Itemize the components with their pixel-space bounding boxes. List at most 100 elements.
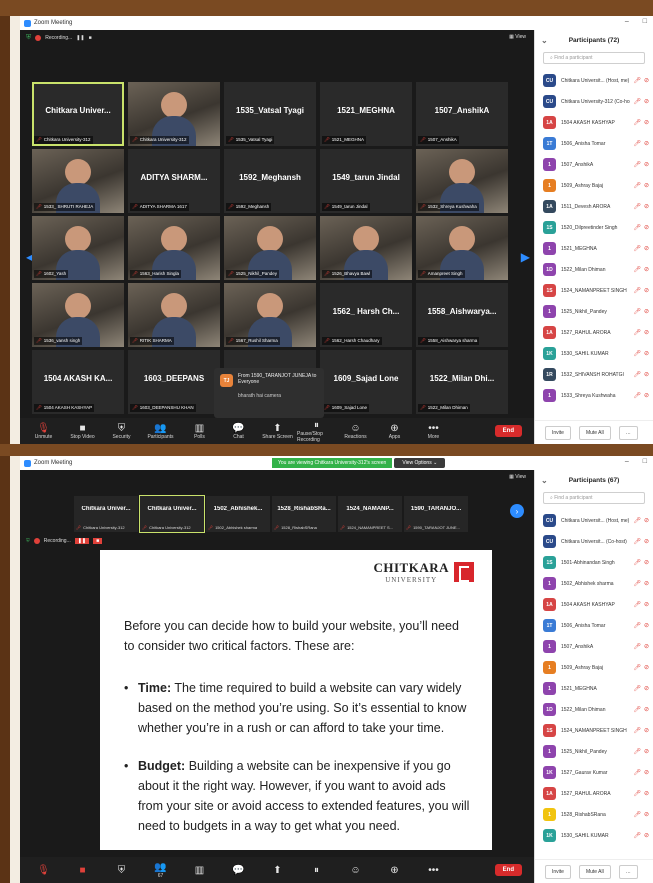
participant-row[interactable]: CU Chitkara Universit... (Host, me) 🎤︎ ⊘ [543,510,649,531]
video-off-icon[interactable]: ⊘ [644,98,649,105]
muted-mic-icon[interactable]: 🎤︎ [633,580,641,587]
toolbar-item[interactable]: ••• More [414,423,453,440]
participant-row[interactable]: 1T 1506_Anisha Tomar 🎤︎ ⊘ [543,615,649,636]
muted-mic-icon[interactable]: 🎤︎ [633,119,641,126]
participant-row[interactable]: 1A 1504 AKASH KASHYAP 🎤︎ ⊘ [543,594,649,615]
strip-tile[interactable]: 1528_RishabSRa... 🎤︎ 1528_RishabSRana [272,496,336,532]
participant-row[interactable]: 1K 1530_SAHIL KUMAR 🎤︎ ⊘ [543,343,649,364]
view-options-button[interactable]: View Options ⌄ [394,458,446,468]
video-off-icon[interactable]: ⊘ [644,727,649,734]
video-off-icon[interactable]: ⊘ [644,329,649,336]
video-off-icon[interactable]: ⊘ [644,266,649,273]
video-off-icon[interactable]: ⊘ [644,371,649,378]
participant-row[interactable]: 1D 1522_Milan Dhiman 🎤︎ ⊘ [543,259,649,280]
video-tile[interactable]: 🎤︎ 1536_vansh singh [32,283,124,347]
muted-mic-icon[interactable]: 🎤︎ [633,727,641,734]
toolbar-item[interactable]: ■ Stop Video [63,423,102,440]
video-tile[interactable]: 🎤︎ Chitkara University-312 [128,82,220,146]
toolbar-item[interactable]: ⏸ Pause/Stop Recording [297,420,336,443]
muted-mic-icon[interactable]: 🎤︎ [633,685,641,692]
toolbar-item[interactable]: ▥ Polls [180,423,219,440]
toolbar-item[interactable]: 💬 [219,865,258,876]
end-meeting-button[interactable]: End [494,864,522,876]
video-tile[interactable]: 1558_Aishwarya... 🎤︎ 1558_Aishwarya sharma [416,283,508,347]
video-off-icon[interactable]: ⊘ [644,832,649,839]
video-tile[interactable]: 1592_Meghansh 🎤︎ 1592_Meghansh [224,149,316,213]
toolbar-item[interactable]: ⛨ [102,865,141,876]
view-button[interactable]: ▦ View [509,34,526,40]
participant-row[interactable]: 1K 1530_SAHIL KUMAR 🎤︎ ⊘ [543,825,649,846]
muted-mic-icon[interactable]: 🎤︎ [633,203,641,210]
toolbar-item[interactable]: 🎙 [24,865,63,876]
participant-search-input[interactable]: ⌕ Find a participant [543,52,645,64]
participant-row[interactable]: 1 1525_Nikhil_Pandey 🎤︎ ⊘ [543,741,649,762]
participant-row[interactable]: CU Chitkara University-312 (Co-host) 🎤︎ ⊘ [543,91,649,112]
video-off-icon[interactable]: ⊘ [644,245,649,252]
minimize-icon[interactable]: – [625,18,629,25]
video-tile[interactable]: 🎤︎ 1567_Rushil Sharma [224,283,316,347]
muted-mic-icon[interactable]: 🎤︎ [633,161,641,168]
video-off-icon[interactable]: ⊘ [644,392,649,399]
video-off-icon[interactable]: ⊘ [644,77,649,84]
participant-row[interactable]: 1 1509_Ashray Bajaj 🎤︎ ⊘ [543,175,649,196]
pause-recording-icon[interactable]: ❚❚ [76,35,84,41]
muted-mic-icon[interactable]: 🎤︎ [633,140,641,147]
muted-mic-icon[interactable]: 🎤︎ [633,559,641,566]
muted-mic-icon[interactable]: 🎤︎ [633,182,641,189]
next-page-icon[interactable]: ▶ [521,250,530,264]
video-off-icon[interactable]: ⊘ [644,308,649,315]
video-tile[interactable]: 🎤︎ 1533_ SHRUTI RAHEJA [32,149,124,213]
video-off-icon[interactable]: ⊘ [644,790,649,797]
toolbar-item[interactable]: ▥ [180,865,219,876]
maximize-icon[interactable]: □ [643,458,647,465]
participant-row[interactable]: 1 1521_MEGHNA 🎤︎ ⊘ [543,678,649,699]
maximize-icon[interactable]: □ [643,18,647,25]
video-off-icon[interactable]: ⊘ [644,287,649,294]
video-off-icon[interactable]: ⊘ [644,182,649,189]
muted-mic-icon[interactable]: 🎤︎ [633,77,641,84]
muted-mic-icon[interactable]: 🎤︎ [633,266,641,273]
video-off-icon[interactable]: ⊘ [644,559,649,566]
muted-mic-icon[interactable]: 🎤︎ [633,622,641,629]
participant-row[interactable]: 1T 1506_Anisha Tomar 🎤︎ ⊘ [543,133,649,154]
video-off-icon[interactable]: ⊘ [644,748,649,755]
collapse-icon[interactable]: ⌄ [541,476,548,485]
participant-row[interactable]: 1 1502_Abhishek sharma 🎤︎ ⊘ [543,573,649,594]
muted-mic-icon[interactable]: 🎤︎ [633,664,641,671]
participant-row[interactable]: 1 1507_AnshikA 🎤︎ ⊘ [543,154,649,175]
toolbar-item[interactable]: ⊕ Apps [375,423,414,440]
video-off-icon[interactable]: ⊘ [644,706,649,713]
participant-row[interactable]: 1 1525_Nikhil_Pandey 🎤︎ ⊘ [543,301,649,322]
muted-mic-icon[interactable]: 🎤︎ [633,308,641,315]
video-tile[interactable]: 1549_tarun Jindal 🎤︎ 1549_tarun Jindal [320,149,412,213]
toolbar-item[interactable]: 💬 Chat [219,423,258,440]
video-off-icon[interactable]: ⊘ [644,643,649,650]
video-tile[interactable]: ADITYA SHARM... 🎤︎ ADITYA SHARMA 1617 [128,149,220,213]
participant-row[interactable]: 1S 1524_NAMANPREET SINGH 🎤︎ ⊘ [543,280,649,301]
toolbar-item[interactable]: ⏸ [297,865,336,876]
participant-row[interactable]: 1 1509_Ashray Bajaj 🎤︎ ⊘ [543,657,649,678]
muted-mic-icon[interactable]: 🎤︎ [633,98,641,105]
participant-row[interactable]: 1S 1524_NAMANPREET SINGH 🎤︎ ⊘ [543,720,649,741]
strip-tile[interactable]: Chitkara Univer... 🎤︎ Chitkara University-… [74,496,138,532]
video-off-icon[interactable]: ⊘ [644,601,649,608]
video-tile[interactable]: 🎤︎ 1526_Bhavya Bawl [320,216,412,280]
video-off-icon[interactable]: ⊘ [644,685,649,692]
video-off-icon[interactable]: ⊘ [644,580,649,587]
collapse-icon[interactable]: ⌄ [541,36,548,45]
video-off-icon[interactable]: ⊘ [644,203,649,210]
minimize-icon[interactable]: – [625,458,629,465]
participant-row[interactable]: 1A 1511_Devesh ARORA 🎤︎ ⊘ [543,196,649,217]
muted-mic-icon[interactable]: 🎤︎ [633,287,641,294]
participant-search-input[interactable]: ⌕ Find a participant [543,492,645,504]
participant-row[interactable]: 1A 1504 AKASH KASHYAP 🎤︎ ⊘ [543,112,649,133]
toolbar-item[interactable]: 👥 Participants [141,423,180,440]
muted-mic-icon[interactable]: 🎤︎ [633,811,641,818]
video-tile[interactable]: 1535_Vatsal Tyagi 🎤︎ 1535_Vatsal Tyagi [224,82,316,146]
muted-mic-icon[interactable]: 🎤︎ [633,371,641,378]
muted-mic-icon[interactable]: 🎤︎ [633,538,641,545]
participant-row[interactable]: 1K 1527_Gaurav Kumar 🎤︎ ⊘ [543,762,649,783]
video-off-icon[interactable]: ⊘ [644,538,649,545]
participant-row[interactable]: 1 1533_Shreya Kushwaha 🎤︎ ⊘ [543,385,649,406]
stop-recording-icon[interactable]: ■ [89,35,92,41]
